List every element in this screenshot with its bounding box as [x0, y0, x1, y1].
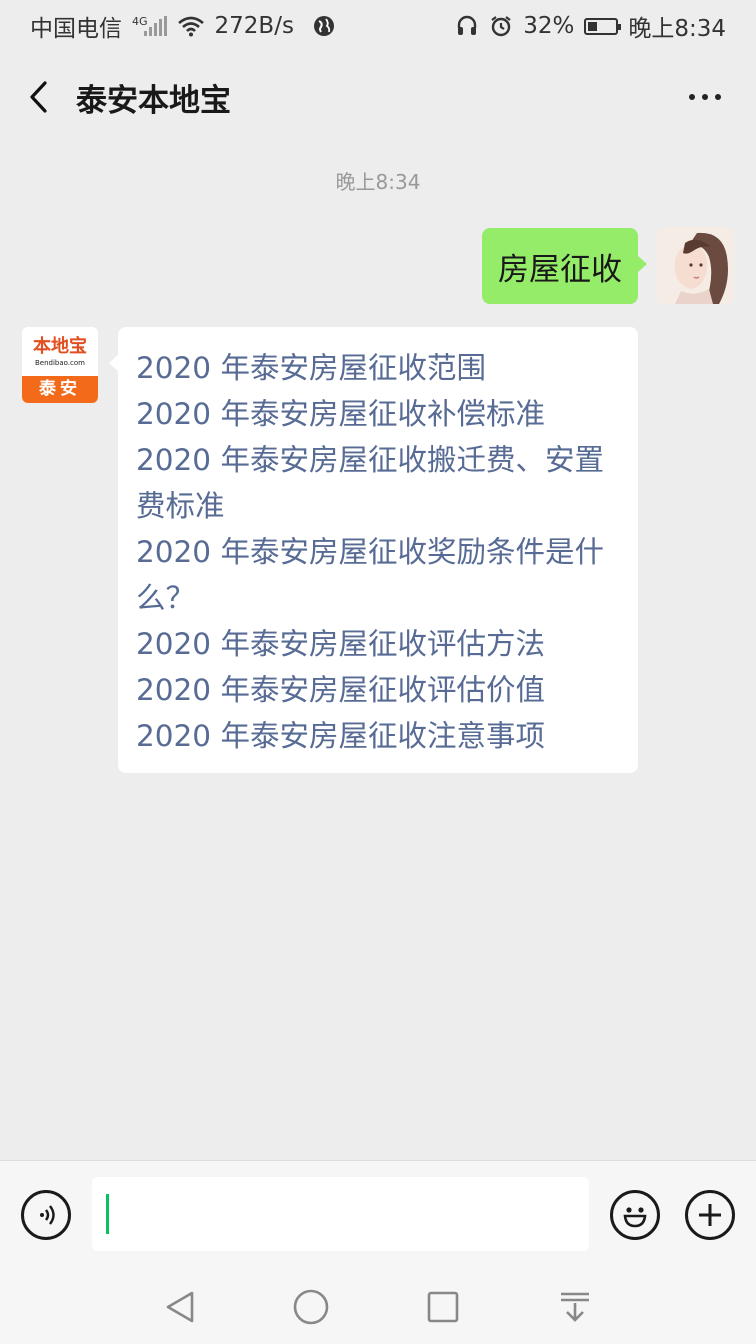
bot-message-bubble: 2020 年泰安房屋征收范围 2020 年泰安房屋征收补偿标准 2020 年泰安…: [109, 327, 638, 773]
back-button[interactable]: [0, 52, 76, 142]
user-avatar-illustration: [657, 227, 734, 304]
plus-button[interactable]: [685, 1190, 735, 1240]
status-right: 32% 晚上8:34: [455, 9, 726, 43]
status-bar: 中国电信 4G 272B/s 32% 晚上8:34: [0, 0, 756, 52]
signal-icon: 4G: [132, 15, 167, 36]
square-recents-icon: [427, 1291, 459, 1323]
bot-link-6[interactable]: 2020 年泰安房屋征收评估价值: [136, 667, 622, 713]
emoji-button[interactable]: [610, 1190, 660, 1240]
more-button[interactable]: [680, 74, 730, 120]
carrier-label: 中国电信: [30, 16, 122, 42]
network-type-label: 4G: [132, 15, 148, 28]
bot-link-4[interactable]: 2020 年泰安房屋征收奖励条件是什么？: [136, 529, 622, 621]
voice-icon: [40, 1205, 55, 1225]
input-bar: [0, 1160, 756, 1268]
more-dots-icon: [689, 94, 695, 100]
battery-icon: [584, 17, 622, 35]
nav-home-button[interactable]: [286, 1282, 336, 1332]
wifi-icon: [177, 16, 204, 37]
bot-logo-brand: 本地宝: [33, 335, 87, 357]
chat-title: 泰安本地宝: [76, 82, 231, 119]
message-input[interactable]: [92, 1177, 589, 1251]
alarm-icon: [491, 16, 511, 37]
bot-logo: 本地宝 Bendibao.com: [22, 327, 98, 376]
user-message-bubble[interactable]: 房屋征收: [482, 228, 647, 304]
triangle-back-icon: [166, 1291, 194, 1323]
bot-logo-url: Bendibao.com: [34, 358, 85, 367]
network-speed: 272B/s: [214, 13, 294, 39]
system-nav-bar: [0, 1268, 756, 1344]
text-caret: [106, 1194, 109, 1234]
pull-down-icon: [561, 1292, 589, 1322]
bot-link-7[interactable]: 2020 年泰安房屋征收注意事项: [136, 713, 622, 759]
emoji-icon: [623, 1207, 647, 1228]
chevron-left-icon: [30, 81, 47, 113]
clock: 晚上8:34: [628, 16, 726, 42]
battery-percent: 32%: [523, 13, 575, 39]
nav-notification-button[interactable]: [550, 1282, 600, 1332]
plus-icon: [699, 1204, 721, 1226]
globe-icon: [313, 16, 334, 36]
headphones-icon: [458, 15, 477, 35]
bot-link-2[interactable]: 2020 年泰安房屋征收补偿标准: [136, 391, 622, 437]
bot-link-1[interactable]: 2020 年泰安房屋征收范围: [136, 345, 622, 391]
chat-header: 泰安本地宝: [0, 52, 756, 142]
message-timestamp: 晚上8:34: [335, 170, 421, 194]
circle-home-icon: [293, 1289, 329, 1325]
bot-link-3[interactable]: 2020 年泰安房屋征收搬迁费、安置费标准: [136, 437, 622, 529]
bot-logo-city: 泰安: [22, 376, 98, 403]
nav-back-button[interactable]: [155, 1282, 205, 1332]
bot-link-5[interactable]: 2020 年泰安房屋征收评估方法: [136, 621, 622, 667]
user-avatar[interactable]: [657, 227, 734, 304]
voice-button[interactable]: [21, 1190, 71, 1240]
bot-avatar[interactable]: 本地宝 Bendibao.com 泰安: [22, 327, 98, 403]
status-left: 中国电信 4G 272B/s: [30, 9, 336, 43]
nav-recents-button[interactable]: [418, 1282, 468, 1332]
